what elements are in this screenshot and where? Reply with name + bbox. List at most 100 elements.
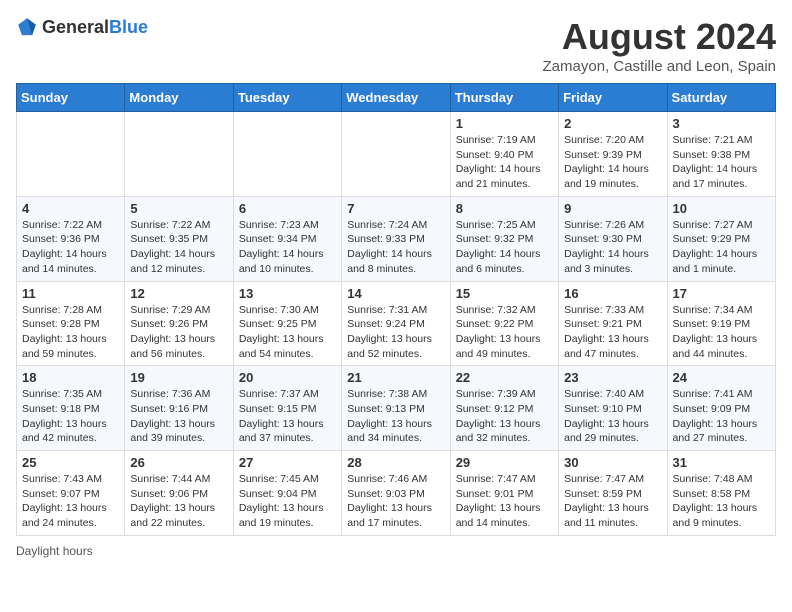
day-info: Sunrise: 7:37 AM Sunset: 9:15 PM Dayligh… (239, 387, 336, 446)
calendar-cell: 24 Sunrise: 7:41 AM Sunset: 9:09 PM Dayli… (667, 366, 775, 451)
calendar-cell: 30 Sunrise: 7:47 AM Sunset: 8:59 PM Dayli… (559, 451, 667, 536)
week-row-1: 1 Sunrise: 7:19 AM Sunset: 9:40 PM Daylig… (17, 112, 776, 197)
calendar-cell: 21Sunrise: 7:38 AM Sunset: 9:13 PM Dayli… (342, 366, 450, 451)
logo-icon (16, 16, 38, 38)
calendar-cell: 19 Sunrise: 7:36 AM Sunset: 9:16 PM Dayli… (125, 366, 233, 451)
day-number: 6 (239, 201, 336, 216)
day-number: 13 (239, 286, 336, 301)
day-number: 26 (130, 455, 227, 470)
logo: GeneralBlue (16, 16, 148, 38)
col-header-sunday: Sunday (17, 84, 125, 112)
day-number: 9 (564, 201, 661, 216)
calendar-cell: 28 Sunrise: 7:46 AM Sunset: 9:03 PM Dayli… (342, 451, 450, 536)
page-header: GeneralBlue August 2024 Zamayon, Castill… (16, 16, 776, 75)
calendar-cell: 26 Sunrise: 7:44 AM Sunset: 9:06 PM Dayli… (125, 451, 233, 536)
day-number: 30 (564, 455, 661, 470)
calendar-cell (125, 112, 233, 197)
day-info: Sunrise: 7:43 AM Sunset: 9:07 PM Dayligh… (22, 472, 119, 531)
location-title: Zamayon, Castille and Leon, Spain (543, 58, 776, 75)
day-info: Sunrise: 7:35 AM Sunset: 9:18 PM Dayligh… (22, 387, 119, 446)
logo-text-general: General (42, 17, 109, 37)
day-number: 23 (564, 370, 661, 385)
day-number: 24 (673, 370, 770, 385)
week-row-2: 4 Sunrise: 7:22 AM Sunset: 9:36 PM Daylig… (17, 196, 776, 281)
calendar-cell: 11 Sunrise: 7:28 AM Sunset: 9:28 PM Dayli… (17, 281, 125, 366)
day-info: Sunrise: 7:36 AM Sunset: 9:16 PM Dayligh… (130, 387, 227, 446)
day-info: Sunrise: 7:40 AM Sunset: 9:10 PM Dayligh… (564, 387, 661, 446)
logo-text-blue: Blue (109, 17, 148, 37)
day-info: Sunrise: 7:41 AM Sunset: 9:09 PM Dayligh… (673, 387, 770, 446)
calendar-cell: 31Sunrise: 7:48 AM Sunset: 8:58 PM Dayli… (667, 451, 775, 536)
calendar-cell: 8 Sunrise: 7:25 AM Sunset: 9:32 PM Daylig… (450, 196, 558, 281)
day-info: Sunrise: 7:31 AM Sunset: 9:24 PM Dayligh… (347, 303, 444, 362)
day-number: 7 (347, 201, 444, 216)
day-number: 2 (564, 116, 661, 131)
day-number: 18 (22, 370, 119, 385)
day-info: Sunrise: 7:24 AM Sunset: 9:33 PM Dayligh… (347, 218, 444, 277)
calendar-cell (233, 112, 341, 197)
day-number: 22 (456, 370, 553, 385)
day-info: Sunrise: 7:27 AM Sunset: 9:29 PM Dayligh… (673, 218, 770, 277)
footer-note: Daylight hours (16, 544, 776, 558)
day-info: Sunrise: 7:33 AM Sunset: 9:21 PM Dayligh… (564, 303, 661, 362)
day-info: Sunrise: 7:30 AM Sunset: 9:25 PM Dayligh… (239, 303, 336, 362)
calendar-cell: 15Sunrise: 7:32 AM Sunset: 9:22 PM Dayli… (450, 281, 558, 366)
calendar-cell: 22 Sunrise: 7:39 AM Sunset: 9:12 PM Dayli… (450, 366, 558, 451)
calendar-cell: 3Sunrise: 7:21 AM Sunset: 9:38 PM Daylig… (667, 112, 775, 197)
day-info: Sunrise: 7:25 AM Sunset: 9:32 PM Dayligh… (456, 218, 553, 277)
day-info: Sunrise: 7:21 AM Sunset: 9:38 PM Dayligh… (673, 133, 770, 192)
day-info: Sunrise: 7:22 AM Sunset: 9:36 PM Dayligh… (22, 218, 119, 277)
day-info: Sunrise: 7:22 AM Sunset: 9:35 PM Dayligh… (130, 218, 227, 277)
title-section: August 2024 Zamayon, Castille and Leon, … (543, 16, 776, 75)
day-info: Sunrise: 7:34 AM Sunset: 9:19 PM Dayligh… (673, 303, 770, 362)
month-title: August 2024 (543, 16, 776, 58)
day-info: Sunrise: 7:47 AM Sunset: 8:59 PM Dayligh… (564, 472, 661, 531)
day-number: 27 (239, 455, 336, 470)
day-info: Sunrise: 7:28 AM Sunset: 9:28 PM Dayligh… (22, 303, 119, 362)
week-row-4: 18 Sunrise: 7:35 AM Sunset: 9:18 PM Dayli… (17, 366, 776, 451)
day-number: 28 (347, 455, 444, 470)
day-number: 19 (130, 370, 227, 385)
day-number: 4 (22, 201, 119, 216)
day-info: Sunrise: 7:46 AM Sunset: 9:03 PM Dayligh… (347, 472, 444, 531)
day-info: Sunrise: 7:44 AM Sunset: 9:06 PM Dayligh… (130, 472, 227, 531)
week-row-5: 25 Sunrise: 7:43 AM Sunset: 9:07 PM Dayli… (17, 451, 776, 536)
day-number: 10 (673, 201, 770, 216)
calendar-cell: 12Sunrise: 7:29 AM Sunset: 9:26 PM Dayli… (125, 281, 233, 366)
calendar-cell: 18 Sunrise: 7:35 AM Sunset: 9:18 PM Dayli… (17, 366, 125, 451)
calendar-cell: 6 Sunrise: 7:23 AM Sunset: 9:34 PM Daylig… (233, 196, 341, 281)
calendar-cell: 17 Sunrise: 7:34 AM Sunset: 9:19 PM Dayli… (667, 281, 775, 366)
calendar-table: SundayMondayTuesdayWednesdayThursdayFrid… (16, 83, 776, 536)
calendar-cell: 1 Sunrise: 7:19 AM Sunset: 9:40 PM Daylig… (450, 112, 558, 197)
day-info: Sunrise: 7:48 AM Sunset: 8:58 PM Dayligh… (673, 472, 770, 531)
day-info: Sunrise: 7:26 AM Sunset: 9:30 PM Dayligh… (564, 218, 661, 277)
calendar-cell: 13 Sunrise: 7:30 AM Sunset: 9:25 PM Dayli… (233, 281, 341, 366)
day-number: 1 (456, 116, 553, 131)
calendar-cell: 16Sunrise: 7:33 AM Sunset: 9:21 PM Dayli… (559, 281, 667, 366)
calendar-header-row: SundayMondayTuesdayWednesdayThursdayFrid… (17, 84, 776, 112)
day-number: 17 (673, 286, 770, 301)
calendar-cell: 2 Sunrise: 7:20 AM Sunset: 9:39 PM Daylig… (559, 112, 667, 197)
day-number: 8 (456, 201, 553, 216)
day-number: 25 (22, 455, 119, 470)
calendar-cell: 27Sunrise: 7:45 AM Sunset: 9:04 PM Dayli… (233, 451, 341, 536)
day-number: 21 (347, 370, 444, 385)
day-info: Sunrise: 7:23 AM Sunset: 9:34 PM Dayligh… (239, 218, 336, 277)
calendar-cell (17, 112, 125, 197)
day-info: Sunrise: 7:20 AM Sunset: 9:39 PM Dayligh… (564, 133, 661, 192)
day-number: 29 (456, 455, 553, 470)
calendar-cell: 25 Sunrise: 7:43 AM Sunset: 9:07 PM Dayli… (17, 451, 125, 536)
calendar-cell: 9 Sunrise: 7:26 AM Sunset: 9:30 PM Daylig… (559, 196, 667, 281)
col-header-monday: Monday (125, 84, 233, 112)
calendar-cell (342, 112, 450, 197)
day-number: 11 (22, 286, 119, 301)
col-header-tuesday: Tuesday (233, 84, 341, 112)
col-header-saturday: Saturday (667, 84, 775, 112)
day-info: Sunrise: 7:39 AM Sunset: 9:12 PM Dayligh… (456, 387, 553, 446)
col-header-friday: Friday (559, 84, 667, 112)
day-number: 14 (347, 286, 444, 301)
calendar-cell: 20Sunrise: 7:37 AM Sunset: 9:15 PM Dayli… (233, 366, 341, 451)
day-info: Sunrise: 7:19 AM Sunset: 9:40 PM Dayligh… (456, 133, 553, 192)
day-number: 15 (456, 286, 553, 301)
day-info: Sunrise: 7:29 AM Sunset: 9:26 PM Dayligh… (130, 303, 227, 362)
